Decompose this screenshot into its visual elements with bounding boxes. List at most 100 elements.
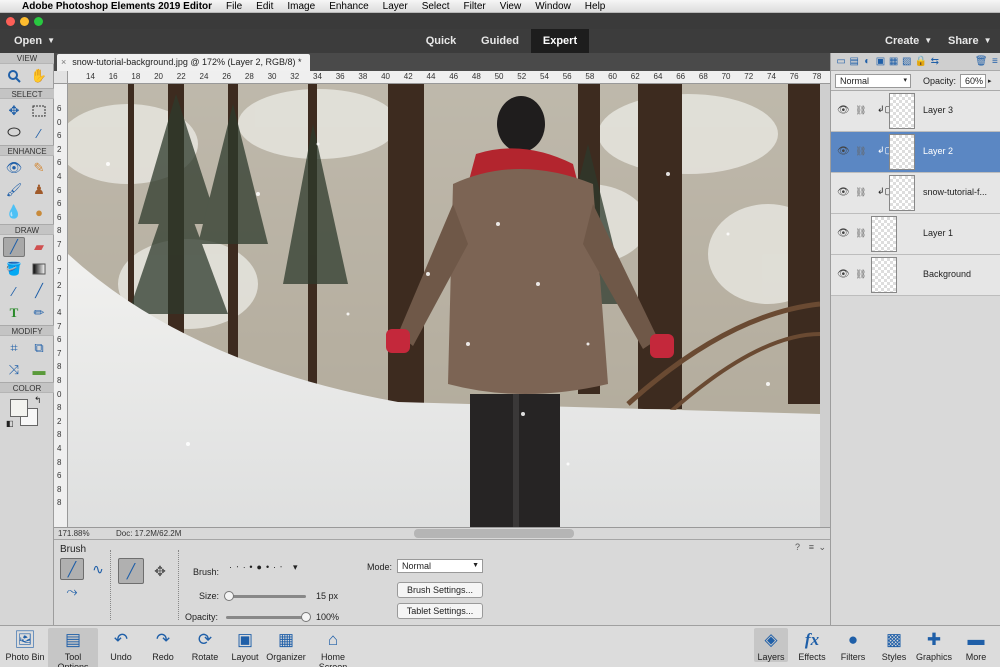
horizontal-scrollbar[interactable] bbox=[414, 529, 574, 538]
menu-edit[interactable]: Edit bbox=[256, 1, 273, 12]
layer-link-icon[interactable]: ⛓ bbox=[855, 146, 866, 157]
menu-window[interactable]: Window bbox=[535, 1, 571, 12]
layer-thumbnail[interactable] bbox=[889, 134, 915, 170]
menu-enhance[interactable]: Enhance bbox=[329, 1, 368, 12]
zoom-window-button[interactable] bbox=[34, 17, 43, 26]
tab-quick[interactable]: Quick bbox=[414, 29, 468, 53]
airbrush-icon[interactable]: ✥ bbox=[148, 560, 172, 582]
layer-name[interactable]: Background bbox=[923, 269, 971, 279]
eraser-tool-icon[interactable]: ▰ bbox=[28, 237, 50, 257]
content-aware-move-icon[interactable]: ⤨ bbox=[3, 360, 25, 380]
layer-row[interactable]: 👁 ⛓ Background bbox=[831, 255, 1000, 296]
default-colors-icon[interactable]: ◧ bbox=[6, 419, 14, 428]
crop-tool-icon[interactable]: ⌗ bbox=[3, 338, 25, 358]
blend-mode-select[interactable]: Normal ▾ bbox=[835, 73, 911, 88]
layers-button[interactable]: ◈ Layers bbox=[754, 628, 788, 662]
layer-thumbnail[interactable] bbox=[889, 93, 915, 129]
visibility-eye-icon[interactable]: 👁 bbox=[837, 228, 850, 239]
minimize-window-button[interactable] bbox=[20, 17, 29, 26]
layer-link-icon[interactable]: ⛓ bbox=[855, 269, 866, 280]
home-screen-button[interactable]: ⌂ Home Screen bbox=[306, 628, 360, 667]
size-slider-knob[interactable] bbox=[224, 591, 235, 601]
menu-select[interactable]: Select bbox=[422, 1, 450, 12]
share-button[interactable]: Share ▼ bbox=[948, 35, 992, 47]
new-group-icon[interactable]: ▤ bbox=[849, 56, 859, 67]
chevron-down-icon[interactable]: ▸ bbox=[988, 77, 992, 85]
effects-button[interactable]: fx Effects bbox=[794, 628, 830, 662]
layer-thumbnail[interactable] bbox=[871, 216, 897, 252]
recompose-icon[interactable]: ⧉ bbox=[28, 338, 50, 358]
tab-guided[interactable]: Guided bbox=[472, 29, 528, 53]
visibility-eye-icon[interactable]: 👁 bbox=[837, 269, 850, 280]
eyedropper-icon[interactable]: ⁄ bbox=[3, 281, 25, 301]
brush-mode-icon[interactable]: ╱ bbox=[60, 558, 84, 580]
smart-brush-icon[interactable]: 🖌 bbox=[3, 180, 25, 200]
adjustment-layer-icon[interactable]: ◐ bbox=[862, 56, 872, 67]
layer-mask-icon[interactable]: ▣ bbox=[875, 56, 885, 67]
marquee-tool-icon[interactable] bbox=[28, 101, 50, 121]
close-icon[interactable]: × bbox=[61, 57, 66, 67]
move-tool-icon[interactable]: ✥ bbox=[3, 101, 25, 121]
layout-button[interactable]: ▣ Layout bbox=[228, 628, 262, 662]
spot-healing-icon[interactable]: ✎ bbox=[28, 158, 50, 178]
document-tab[interactable]: × snow-tutorial-background.jpg @ 172% (La… bbox=[57, 54, 310, 71]
image-canvas[interactable] bbox=[68, 84, 820, 527]
foreground-color-swatch[interactable] bbox=[10, 399, 28, 417]
link-icon[interactable]: ⇆ bbox=[930, 56, 940, 67]
tool-options-button[interactable]: ▤ Tool Options bbox=[48, 628, 98, 667]
menu-file[interactable]: File bbox=[226, 1, 242, 12]
zoom-tool-icon[interactable] bbox=[3, 66, 25, 86]
visibility-eye-icon[interactable]: 👁 bbox=[837, 187, 850, 198]
gradient-tool-icon[interactable] bbox=[28, 259, 50, 279]
layer-name[interactable]: snow-tutorial-f... bbox=[923, 187, 987, 197]
app-name[interactable]: Adobe Photoshop Elements 2019 Editor bbox=[22, 1, 212, 12]
brush-tool-icon[interactable]: ╱ bbox=[3, 237, 25, 257]
brush-settings-button[interactable]: Brush Settings... bbox=[397, 582, 483, 598]
layer-row[interactable]: 👁 ⛓ ↲▢ Layer 2 bbox=[831, 132, 1000, 173]
size-slider[interactable] bbox=[224, 591, 306, 601]
layer-thumbnail[interactable] bbox=[871, 257, 897, 293]
clone-stamp-icon[interactable]: ♟ bbox=[28, 180, 50, 200]
help-icon[interactable]: ? bbox=[795, 542, 800, 552]
layer-link-icon[interactable]: ⛓ bbox=[855, 105, 866, 116]
color-replacement-icon[interactable]: ⤳ bbox=[60, 580, 84, 602]
layer-link-icon[interactable]: ⛓ bbox=[855, 228, 866, 239]
filters-button[interactable]: ● Filters bbox=[836, 628, 870, 662]
collapse-icon[interactable]: ⌄ bbox=[818, 542, 826, 553]
rotate-button[interactable]: ⟳ Rotate bbox=[186, 628, 224, 662]
lock-all-icon[interactable]: ▦ bbox=[889, 56, 899, 67]
menu-help[interactable]: Help bbox=[585, 1, 606, 12]
hand-tool-icon[interactable]: ✋ bbox=[28, 66, 50, 86]
visibility-eye-icon[interactable]: 👁 bbox=[837, 105, 850, 116]
graphics-button[interactable]: ✚ Graphics bbox=[914, 628, 954, 662]
airbrush-off-icon[interactable]: ╱ bbox=[118, 558, 144, 584]
layer-name[interactable]: Layer 2 bbox=[923, 146, 953, 156]
opacity-slider-knob[interactable] bbox=[301, 612, 311, 622]
open-button[interactable]: Open ▼ bbox=[14, 35, 55, 47]
layer-name[interactable]: Layer 3 bbox=[923, 105, 953, 115]
close-window-button[interactable] bbox=[6, 17, 15, 26]
lock-icon[interactable]: 🔒 bbox=[915, 56, 927, 67]
photo-bin-button[interactable]: 🖼 Photo Bin bbox=[4, 628, 46, 662]
more-button[interactable]: ▬ More bbox=[958, 628, 994, 662]
menu-image[interactable]: Image bbox=[287, 1, 315, 12]
line-tool-icon[interactable]: ╱ bbox=[28, 281, 50, 301]
sponge-tool-icon[interactable]: ● bbox=[28, 202, 50, 222]
organizer-button[interactable]: ▦ Organizer bbox=[264, 628, 308, 662]
lock-transparent-icon[interactable]: ▧ bbox=[902, 56, 912, 67]
opacity-input[interactable]: 60% bbox=[960, 73, 987, 88]
panel-menu-icon[interactable]: ≡ bbox=[990, 56, 1000, 67]
layer-row[interactable]: 👁 ⛓ Layer 1 bbox=[831, 214, 1000, 255]
create-button[interactable]: Create ▼ bbox=[885, 35, 932, 47]
panel-menu-icon[interactable]: ≡ bbox=[809, 542, 814, 552]
menu-layer[interactable]: Layer bbox=[383, 1, 408, 12]
layer-row[interactable]: 👁 ⛓ ↲▢ Layer 3 bbox=[831, 91, 1000, 132]
styles-button[interactable]: ▩ Styles bbox=[876, 628, 912, 662]
undo-button[interactable]: ↶ Undo bbox=[104, 628, 138, 662]
layer-row[interactable]: 👁 ⛓ ↲▢ snow-tutorial-f... bbox=[831, 173, 1000, 214]
magic-wand-icon[interactable]: ⁄ bbox=[28, 123, 50, 143]
menu-view[interactable]: View bbox=[500, 1, 522, 12]
opacity-slider[interactable] bbox=[226, 612, 311, 622]
red-eye-tool-icon[interactable]: 👁 bbox=[3, 158, 25, 178]
tablet-settings-button[interactable]: Tablet Settings... bbox=[397, 603, 483, 619]
